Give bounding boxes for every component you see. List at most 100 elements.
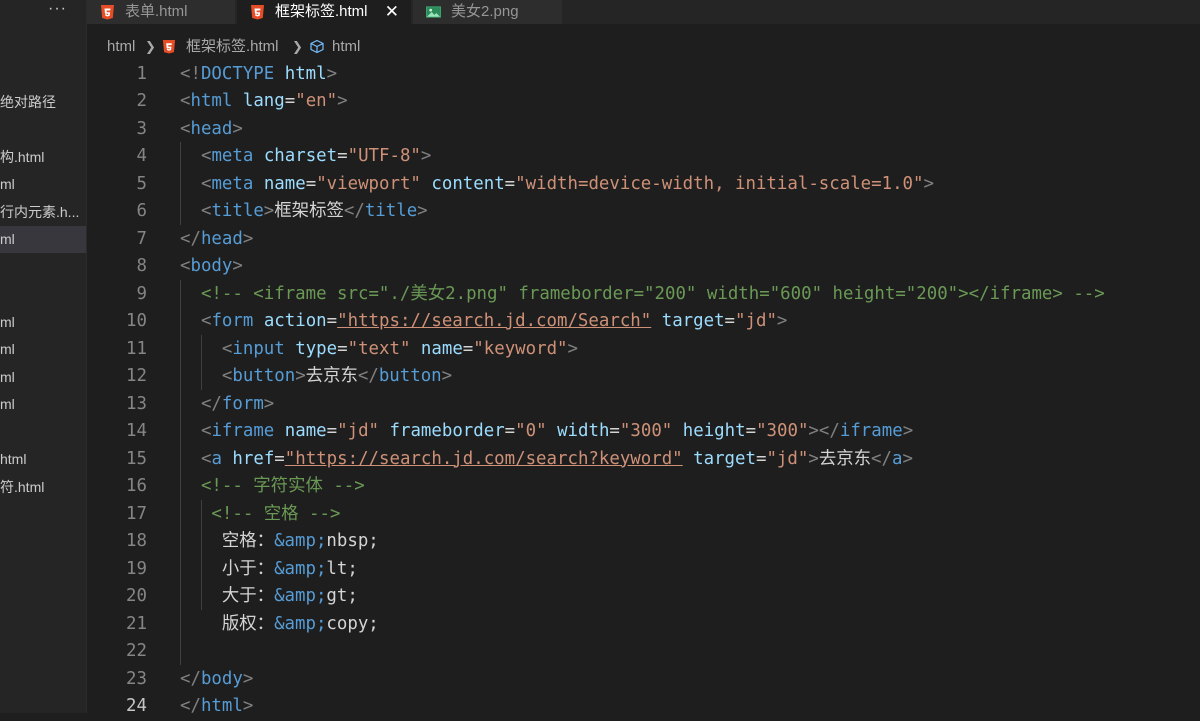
code-line[interactable]: 6 <title>框架标签</title> [87, 198, 1200, 226]
tab-form-html[interactable]: 表单.html [87, 0, 236, 24]
code-text[interactable]: 小于：&amp;lt; [180, 556, 358, 584]
line-number: 23 [126, 668, 147, 689]
line-number: 10 [126, 311, 147, 331]
code-text[interactable]: <input type="text" name="keyword"> [180, 336, 578, 364]
code-line[interactable]: 24 </html> [87, 693, 1200, 721]
code-line[interactable]: 10 <form action="https://search.jd.com/S… [87, 308, 1200, 336]
breadcrumb-symbol[interactable]: html [332, 36, 360, 58]
line-number: 17 [126, 503, 147, 524]
explorer-item[interactable]: ml [0, 336, 86, 363]
explorer-item[interactable]: ml [0, 171, 86, 198]
code-line[interactable]: 18 空格：&amp;nbsp; [87, 528, 1200, 556]
code-text[interactable]: </head> [180, 226, 253, 254]
tab-frame-tags-html[interactable]: 框架标签.html ✕ [237, 0, 412, 24]
explorer-item-selected[interactable]: ml [0, 226, 86, 253]
code-text[interactable]: <head> [180, 116, 243, 144]
code-line[interactable]: 13 </form> [87, 391, 1200, 419]
code-text[interactable]: </html> [180, 693, 253, 721]
code-text[interactable]: <!DOCTYPE html> [180, 61, 337, 89]
tab-label: 表单.html [125, 3, 188, 20]
code-line[interactable]: 23 </body> [87, 666, 1200, 694]
tab-image-png[interactable]: 美女2.png [413, 0, 563, 24]
code-text[interactable]: </form> [180, 391, 274, 419]
breadcrumb-file[interactable]: 框架标签.html [186, 36, 279, 58]
line-number: 12 [126, 366, 147, 386]
code-text[interactable]: <button>去京东</button> [180, 363, 452, 391]
explorer-sidebar: ··· 绝对路径 构.html ml 行内元素.h... ml ml ml ml… [0, 0, 87, 713]
code-text[interactable]: 版权：&amp;copy; [180, 611, 379, 639]
code-text[interactable]: <!-- 字符实体 --> [180, 473, 365, 501]
html5-icon [251, 5, 264, 20]
chevron-right-icon: ❯ [292, 39, 303, 54]
code-line[interactable]: 7 </head> [87, 226, 1200, 254]
tab-label: 框架标签.html [275, 3, 368, 20]
code-text[interactable]: <!-- 空格 --> [180, 501, 340, 529]
line-number: 5 [136, 173, 147, 194]
code-line[interactable]: 16 <!-- 字符实体 --> [87, 473, 1200, 501]
explorer-item[interactable]: 行内元素.h... [0, 199, 86, 226]
line-number: 11 [126, 338, 147, 359]
explorer-item[interactable]: html [0, 446, 86, 473]
line-number: 21 [126, 613, 147, 634]
line-number: 6 [136, 201, 147, 221]
explorer-item[interactable]: ml [0, 391, 86, 418]
explorer-item[interactable]: 绝对路径 [0, 89, 86, 116]
editor-tab-bar: 表单.html 框架标签.html ✕ 美女2.png [87, 0, 1200, 24]
code-text[interactable]: </body> [180, 666, 253, 694]
code-line[interactable]: 8 <body> [87, 253, 1200, 281]
code-line[interactable]: 11 <input type="text" name="keyword"> [87, 336, 1200, 364]
code-line[interactable]: 3 <head> [87, 116, 1200, 144]
line-number: 9 [136, 283, 147, 304]
code-line[interactable]: 19 小于：&amp;lt; [87, 556, 1200, 584]
code-line[interactable]: 5 <meta name="viewport" content="width=d… [87, 171, 1200, 199]
line-number: 15 [126, 448, 147, 469]
code-text[interactable]: <meta name="viewport" content="width=dev… [180, 171, 934, 199]
line-number: 2 [136, 91, 147, 111]
code-text[interactable]: <meta charset="UTF-8"> [180, 143, 431, 171]
line-number: 13 [126, 393, 147, 414]
code-text[interactable]: <iframe name="jd" frameborder="0" width=… [180, 418, 913, 446]
breadcrumb-folder[interactable]: html [107, 36, 135, 58]
explorer-item[interactable]: ml [0, 364, 86, 391]
line-number: 24 [126, 696, 147, 716]
code-line[interactable]: 12 <button>去京东</button> [87, 363, 1200, 391]
explorer-item[interactable]: 符.html [0, 474, 86, 501]
line-number: 16 [126, 476, 147, 496]
code-line[interactable]: 21 版权：&amp;copy; [87, 611, 1200, 639]
line-number: 18 [126, 531, 147, 551]
explorer-item[interactable]: ml [0, 309, 86, 336]
code-line[interactable]: 15 <a href="https://search.jd.com/search… [87, 446, 1200, 474]
close-icon[interactable]: ✕ [385, 0, 399, 24]
code-text[interactable]: <title>框架标签</title> [180, 198, 428, 226]
code-text[interactable]: <!-- <iframe src="./美女2.png" frameborder… [180, 281, 1105, 309]
code-text[interactable]: 空格：&amp;nbsp; [180, 528, 379, 556]
tab-label: 美女2.png [451, 3, 519, 20]
code-text[interactable]: <body> [180, 253, 243, 281]
line-number: 7 [136, 228, 147, 249]
code-line[interactable]: 9 <!-- <iframe src="./美女2.png" framebord… [87, 281, 1200, 309]
code-line[interactable]: 22 [87, 638, 1200, 666]
line-number: 22 [126, 641, 147, 661]
code-text[interactable]: <form action="https://search.jd.com/Sear… [180, 308, 787, 336]
code-line[interactable]: 1 <!DOCTYPE html> [87, 61, 1200, 89]
line-number: 14 [126, 421, 147, 441]
code-text[interactable]: <html lang="en"> [180, 88, 348, 116]
code-line[interactable]: 17 <!-- 空格 --> [87, 501, 1200, 529]
more-actions-icon[interactable]: ··· [48, 0, 67, 18]
code-text[interactable]: 大于：&amp;gt; [180, 583, 358, 611]
line-number: 8 [136, 256, 147, 276]
line-number: 1 [136, 63, 147, 84]
explorer-item[interactable]: 构.html [0, 144, 86, 171]
html5-icon [101, 5, 114, 20]
code-line[interactable]: 4 <meta charset="UTF-8"> [87, 143, 1200, 171]
chevron-right-icon: ❯ [145, 39, 156, 54]
code-text[interactable]: <a href="https://search.jd.com/search?ke… [180, 446, 913, 474]
line-number: 3 [136, 118, 147, 139]
code-line[interactable]: 14 <iframe name="jd" frameborder="0" wid… [87, 418, 1200, 446]
code-line[interactable]: 2 <html lang="en"> [87, 88, 1200, 116]
line-number: 20 [126, 586, 147, 606]
code-editor[interactable]: 1 <!DOCTYPE html> 2 <html lang="en"> 3 <head>… [87, 60, 1200, 717]
line-number: 19 [126, 558, 147, 579]
html5-icon [162, 39, 176, 54]
code-line[interactable]: 20 大于：&amp;gt; [87, 583, 1200, 611]
